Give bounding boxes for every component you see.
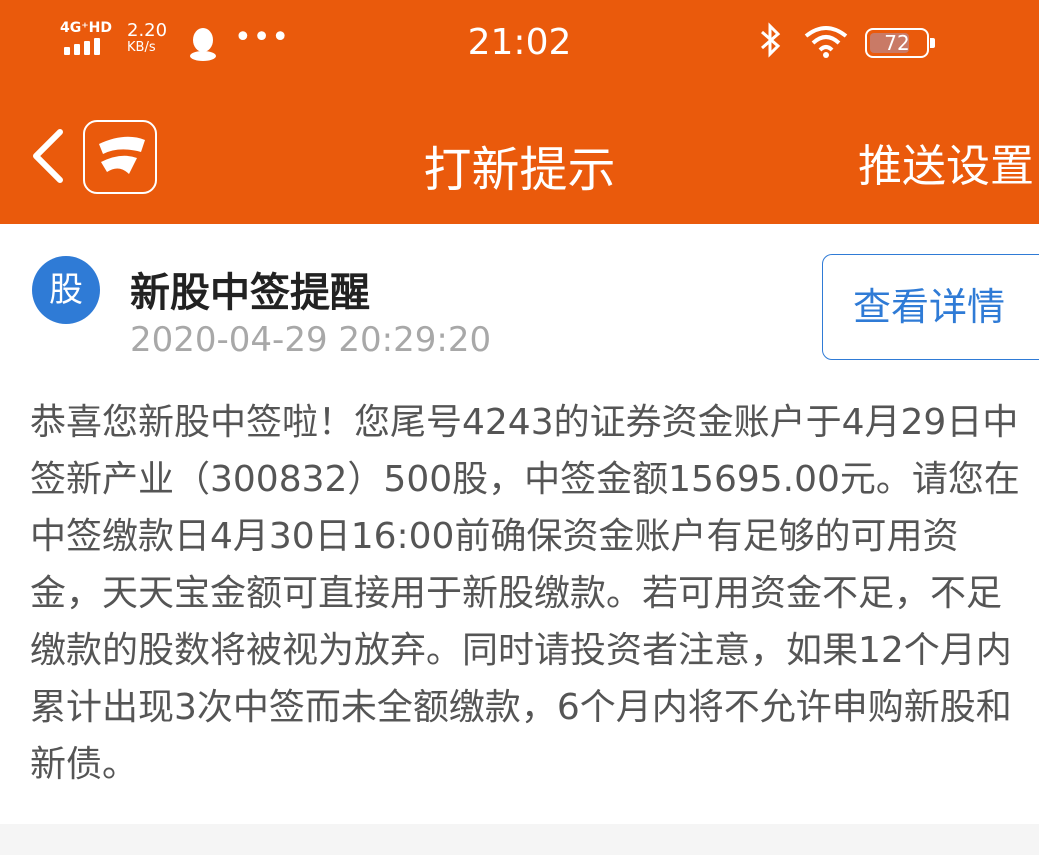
notification-card: 股 新股中签提醒 2020-04-29 20:29:20 查看详情 恭喜您新股中… bbox=[0, 224, 1039, 824]
app-header: 4G⁺HD 2.20 KB/s ••• 21:02 72 打新提示 推送设置 bbox=[0, 0, 1039, 224]
stock-avatar: 股 bbox=[32, 256, 100, 324]
notification-body: 恭喜您新股中签啦！您尾号4243的证券资金账户于4月29日中签新产业（30083… bbox=[30, 402, 1020, 785]
battery-icon: 72 bbox=[865, 28, 929, 58]
battery-tip bbox=[930, 38, 935, 48]
view-details-button[interactable]: 查看详情 bbox=[822, 254, 1039, 360]
status-bar: 4G⁺HD 2.20 KB/s ••• 21:02 72 bbox=[0, 0, 1039, 92]
wifi-icon bbox=[802, 24, 850, 64]
push-settings-button[interactable]: 推送设置 bbox=[858, 130, 1034, 194]
battery-level: 72 bbox=[884, 31, 910, 55]
notification-timestamp: 2020-04-29 20:29:20 bbox=[130, 320, 492, 360]
notification-title: 新股中签提醒 bbox=[130, 270, 370, 316]
bluetooth-icon bbox=[758, 22, 784, 67]
